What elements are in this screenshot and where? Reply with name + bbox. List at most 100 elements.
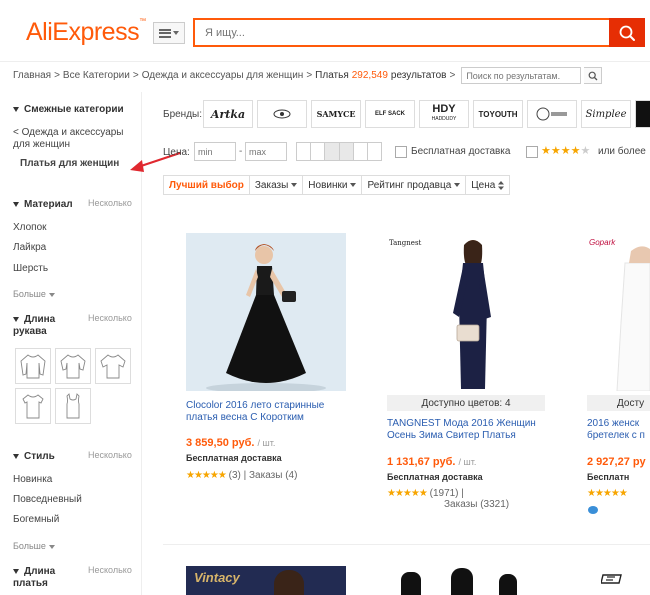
star-icon: ★ <box>570 145 581 157</box>
dress-length-multiple[interactable]: Несколько <box>88 565 132 575</box>
search-button[interactable] <box>609 18 645 47</box>
material-wool[interactable]: Шерсть <box>13 263 48 275</box>
sleeve-shape-icon <box>100 354 126 379</box>
row-divider <box>163 544 650 545</box>
sleeve-shape-icon <box>66 393 80 419</box>
style-multiple[interactable]: Несколько <box>88 450 132 460</box>
brand-emblem-icon <box>273 109 291 119</box>
brand-artka[interactable]: Artka <box>203 100 253 128</box>
sort-bar: Лучший выбор Заказы Новинки Рейтинг прод… <box>163 175 511 195</box>
breadcrumb-all-categories[interactable]: Все Категории <box>63 70 130 81</box>
free-shipping-label: Бесплатная доставка <box>411 146 511 157</box>
breadcrumb-current: Платья <box>315 70 349 81</box>
sort-seller-rating[interactable]: Рейтинг продавца <box>362 176 467 194</box>
product-colors-3: Досту <box>587 395 650 411</box>
search-in-results-button[interactable] <box>584 67 603 84</box>
sleeve-option-three-quarter[interactable] <box>55 348 91 384</box>
product-title-2[interactable]: TANGNEST Мода 2016 Женщин Осень Зима Сви… <box>387 418 547 442</box>
product-image-5[interactable] <box>387 566 545 595</box>
sleeve-shape-icon <box>22 394 44 419</box>
sleeve-shape-icon <box>20 354 46 379</box>
rating-stars: ★★★★★ <box>541 144 590 157</box>
brand-samyce[interactable]: SAMYCE <box>311 100 361 128</box>
price-range-histogram[interactable] <box>296 142 382 161</box>
current-category: Платья для женщин <box>20 158 120 169</box>
dress-photo-icon <box>587 233 650 391</box>
star-icon: ★★★★★ <box>186 470 227 481</box>
free-shipping-checkbox[interactable] <box>395 146 407 158</box>
product-shipping-2: Бесплатная доставка <box>387 472 483 482</box>
brand-logo-7[interactable] <box>527 100 577 128</box>
product-brand-6[interactable] <box>597 572 627 586</box>
brand-toyouth[interactable]: TOYOUTH <box>473 100 523 128</box>
brand-simplee[interactable]: Simplee <box>581 100 631 128</box>
style-novelty[interactable]: Новинка <box>13 474 52 486</box>
product-image-3[interactable] <box>587 233 650 391</box>
star-icon: ★★★★★ <box>587 488 628 499</box>
sort-price[interactable]: Цена <box>466 176 509 194</box>
product-title-1[interactable]: Clocolor 2016 лето старинные платья весн… <box>186 400 346 424</box>
header: AliExpress™ <box>0 0 650 62</box>
breadcrumb: Главная > Все Категории > Одежда и аксес… <box>13 67 603 84</box>
style-casual[interactable]: Повседневный <box>13 494 82 506</box>
star-icon: ★★★★★ <box>387 488 428 499</box>
brand-mark-3: Gopark <box>589 238 616 247</box>
sleeve-option-short[interactable] <box>15 388 51 424</box>
sleeve-options <box>15 348 131 424</box>
brand-hdy[interactable]: HDY HADDUDY <box>419 100 469 128</box>
results-count: 292,549 <box>351 70 388 81</box>
brand-emblem-icon <box>601 574 622 584</box>
star-icon: ★ <box>541 145 551 157</box>
material-heading[interactable]: Материал <box>13 199 73 210</box>
menu-icon <box>159 28 171 38</box>
results-label: результатов <box>390 70 447 81</box>
sort-newest[interactable]: Новинки <box>303 176 363 194</box>
sort-best-match[interactable]: Лучший выбор <box>164 176 250 194</box>
brand-partial[interactable] <box>635 100 650 128</box>
dress-length-heading[interactable]: Длина платья <box>13 566 73 590</box>
search-in-results-input[interactable] <box>461 67 582 84</box>
feedback-icon <box>588 506 598 514</box>
search-icon <box>619 25 635 41</box>
rating-checkbox[interactable] <box>526 146 538 158</box>
breadcrumb-home[interactable]: Главная <box>13 70 51 81</box>
material-more[interactable]: Больше <box>13 289 55 299</box>
product-shipping-3: Бесплатн <box>587 472 630 482</box>
sleeve-shape-icon <box>60 354 86 379</box>
product-title-3[interactable]: 2016 женск бретелек с п <box>587 418 650 442</box>
dress-photo-icon <box>387 233 545 391</box>
material-cotton[interactable]: Хлопок <box>13 222 47 234</box>
material-multiple[interactable]: Несколько <box>88 198 132 208</box>
sleeve-option-half[interactable] <box>95 348 131 384</box>
style-more[interactable]: Больше <box>13 541 55 551</box>
style-boho[interactable]: Богемный <box>13 514 59 526</box>
product-price-2: 1 131,67 руб. / шт. <box>387 456 477 468</box>
product-shipping-1: Бесплатная доставка <box>186 453 282 463</box>
dress-photo-icon <box>186 233 346 391</box>
breadcrumb-women-clothing[interactable]: Одежда и аксессуары для женщин <box>142 70 304 81</box>
sleeve-option-sleeveless[interactable] <box>55 388 91 424</box>
search-input[interactable] <box>193 18 611 47</box>
parent-category-link[interactable]: < Одежда и аксессуары для женщин <box>13 127 138 151</box>
price-label: Цена: <box>163 147 190 158</box>
style-heading[interactable]: Стиль <box>13 451 55 462</box>
sort-orders[interactable]: Заказы <box>250 176 304 194</box>
sleeve-option-long[interactable] <box>15 348 51 384</box>
price-min-input[interactable] <box>194 142 236 161</box>
brand-logo-2[interactable] <box>257 100 307 128</box>
sleeve-multiple[interactable]: Несколько <box>88 313 132 323</box>
aliexpress-logo[interactable]: AliExpress™ <box>26 18 146 47</box>
product-price-1: 3 859,50 руб. / шт. <box>186 437 276 449</box>
chevron-down-icon <box>173 31 179 35</box>
product-image-4[interactable]: Vintacy <box>186 566 346 595</box>
brand-elfsack[interactable]: ELF SACK <box>365 100 415 128</box>
rating-more-label: или более <box>598 146 646 157</box>
brands-label: Бренды: <box>163 109 203 120</box>
product-image-2[interactable] <box>387 233 545 391</box>
product-image-1[interactable] <box>186 233 346 391</box>
sleeve-heading[interactable]: Длина рукава <box>13 314 73 338</box>
material-lycra[interactable]: Лайкра <box>13 242 46 254</box>
price-max-input[interactable] <box>245 142 287 161</box>
category-menu-button[interactable] <box>153 22 185 44</box>
star-icon: ★ <box>560 145 571 157</box>
